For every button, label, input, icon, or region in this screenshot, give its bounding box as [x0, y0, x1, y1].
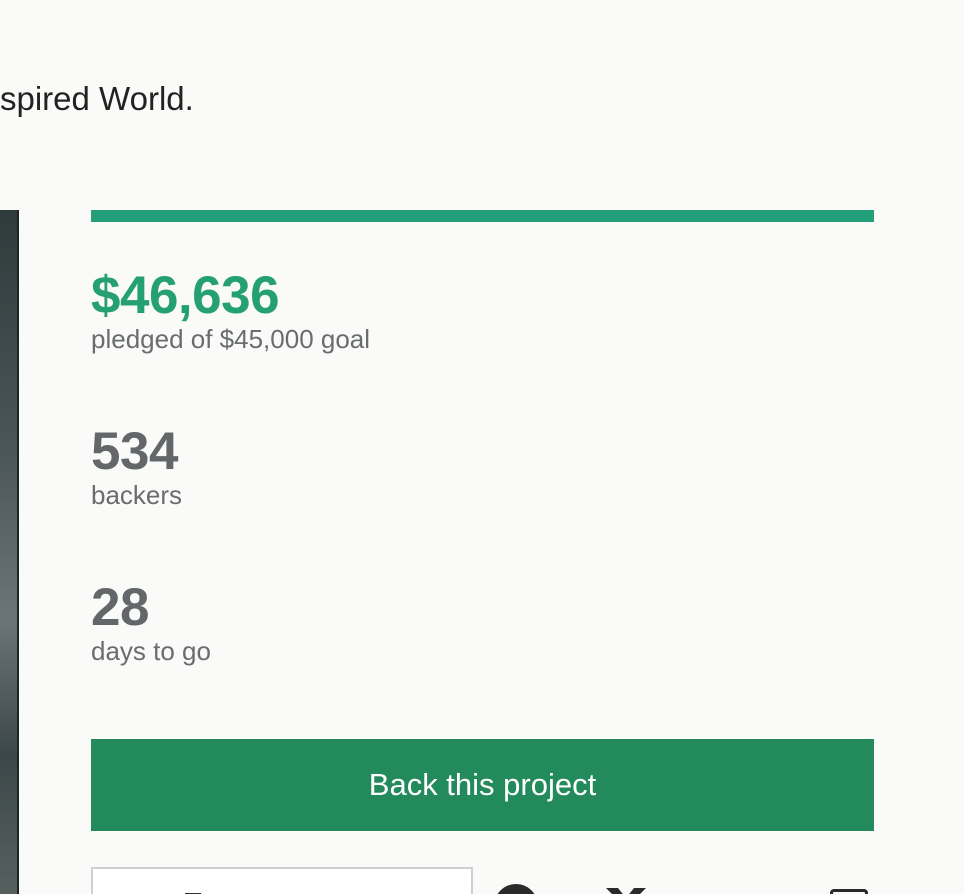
project-media[interactable]: [0, 210, 19, 894]
twitter-icon[interactable]: [604, 886, 648, 894]
days-count: 28: [91, 578, 149, 637]
pledged-label: pledged of $45,000 goal: [91, 324, 371, 354]
pledged-stat: $46,636 pledged of $45,000 goal: [91, 266, 371, 355]
campaign-page: spired World. $46,636 pledged of $45,000…: [0, 0, 964, 894]
project-subtitle: spired World.: [0, 80, 194, 117]
email-icon[interactable]: [830, 889, 868, 894]
backers-count: 534: [91, 422, 178, 481]
funding-progress-fill: [91, 210, 874, 222]
days-label: days to go: [91, 636, 211, 666]
back-project-button[interactable]: Back this project: [91, 739, 874, 831]
twitter-icon-glyph: [606, 888, 646, 894]
facebook-icon[interactable]: [494, 884, 538, 894]
days-stat: 28 days to go: [91, 578, 211, 667]
remind-me-button[interactable]: [91, 867, 473, 894]
backers-label: backers: [91, 480, 183, 510]
funding-progress-bar: [91, 210, 874, 222]
funding-stats: $46,636 pledged of $45,000 goal 534 back…: [91, 210, 874, 666]
pledged-amount: $46,636: [91, 266, 280, 325]
backers-stat: 534 backers: [91, 422, 183, 511]
